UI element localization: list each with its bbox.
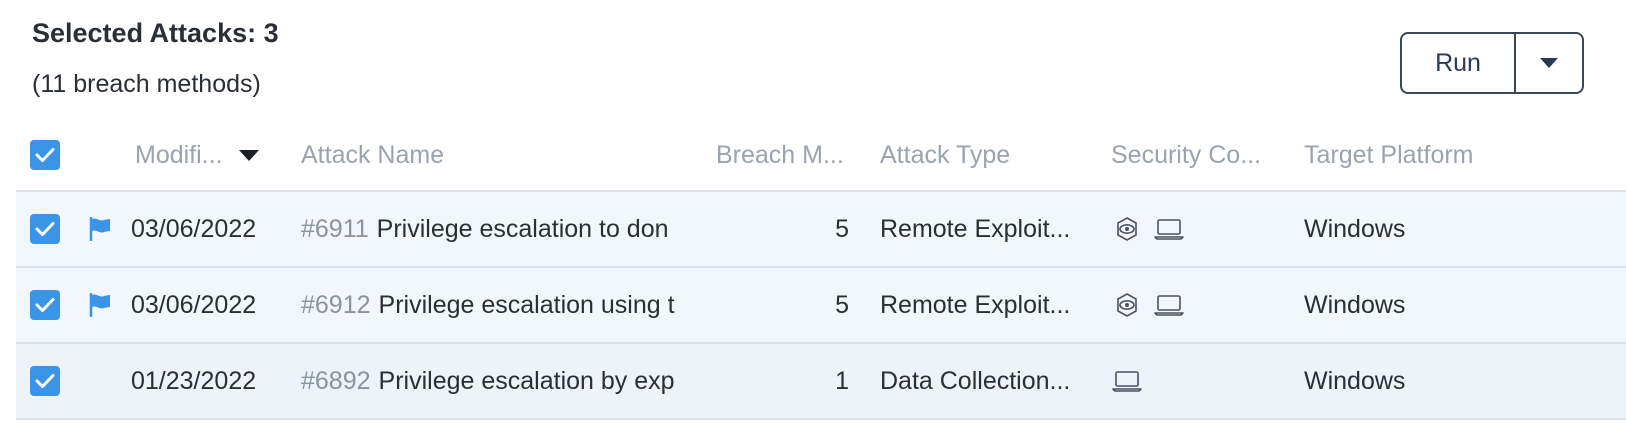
chevron-down-icon (1540, 58, 1558, 68)
network-sensor-icon (1114, 292, 1140, 318)
run-options-dropdown[interactable] (1516, 34, 1582, 92)
column-header-attack-name-label: Attack Name (301, 140, 445, 169)
column-header-breach-methods[interactable]: Breach M... (716, 120, 866, 190)
attack-id: #6892 (301, 366, 371, 395)
breach-methods-value: 5 (835, 214, 849, 243)
run-split-button: Run (1400, 32, 1584, 94)
attack-name[interactable]: Privilege escalation by exp (379, 367, 675, 396)
column-header-breach-methods-label: Breach M... (716, 140, 844, 169)
security-controls-cell (1112, 344, 1282, 418)
attack-name-cell[interactable]: #6892 Privilege escalation by exp (301, 344, 686, 418)
table-row[interactable]: 03/06/2022 #6912 Privilege escalation us… (16, 268, 1626, 344)
attack-type: Remote Exploit... (880, 290, 1071, 319)
attack-name-cell[interactable]: #6912 Privilege escalation using t (301, 268, 686, 342)
sort-descending-icon[interactable] (238, 149, 259, 161)
security-controls-cell (1114, 192, 1284, 266)
endpoint-laptop-icon (1112, 369, 1142, 393)
modified-date: 01/23/2022 (131, 366, 257, 395)
flag-icon[interactable] (88, 192, 112, 266)
table-row[interactable]: 03/06/2022 #6911 Privilege escalation to… (16, 192, 1626, 268)
checkbox-checked[interactable] (30, 366, 60, 396)
selected-attacks-panel: Selected Attacks: 3 (11 breach methods) … (0, 0, 1626, 432)
column-header-security-controls[interactable]: Security Co... (1111, 120, 1281, 190)
breach-methods-value: 1 (835, 366, 849, 395)
target-platform: Windows (1304, 290, 1406, 319)
run-button[interactable]: Run (1402, 34, 1516, 92)
attack-type: Remote Exploit... (880, 214, 1071, 243)
checkbox-checked[interactable] (30, 290, 60, 320)
attack-name[interactable]: Privilege escalation using t (379, 291, 675, 320)
attack-id: #6912 (301, 290, 371, 319)
column-header-security-controls-label: Security Co... (1111, 140, 1262, 169)
modified-date: 03/06/2022 (131, 214, 257, 243)
row-select[interactable] (30, 268, 60, 342)
column-header-target-platform[interactable]: Target Platform (1304, 120, 1564, 190)
breach-methods-value: 5 (835, 290, 849, 319)
flag-icon[interactable] (88, 268, 112, 342)
column-header-attack-name[interactable]: Attack Name (301, 120, 681, 190)
network-sensor-icon (1114, 216, 1140, 242)
column-header-attack-type[interactable]: Attack Type (880, 120, 1090, 190)
target-platform: Windows (1304, 366, 1406, 395)
column-header-target-platform-label: Target Platform (1304, 140, 1474, 169)
checkbox-checked[interactable] (30, 214, 60, 244)
column-header-attack-type-label: Attack Type (880, 140, 1011, 169)
endpoint-laptop-icon (1154, 217, 1184, 241)
attack-type: Data Collection... (880, 366, 1071, 395)
row-select[interactable] (30, 344, 60, 418)
row-select[interactable] (30, 192, 60, 266)
target-platform: Windows (1304, 214, 1406, 243)
column-header-modified[interactable]: Modifi... (135, 120, 285, 190)
select-all-checkbox[interactable] (30, 120, 60, 190)
attack-name[interactable]: Privilege escalation to don (377, 215, 669, 244)
modified-date: 03/06/2022 (131, 290, 257, 319)
table-row[interactable]: 01/23/2022 #6892 Privilege escalation by… (16, 344, 1626, 420)
attack-id: #6911 (301, 214, 369, 243)
checkbox-checked[interactable] (30, 140, 60, 170)
attack-name-cell[interactable]: #6911 Privilege escalation to don (301, 192, 686, 266)
selected-attacks-count: Selected Attacks: 3 (32, 18, 279, 48)
checkmark-icon (35, 148, 55, 162)
breach-methods-count: (11 breach methods) (32, 70, 261, 98)
endpoint-laptop-icon (1154, 293, 1184, 317)
table-header-row: Modifi... Attack Name Breach M... Attack… (16, 120, 1626, 192)
column-header-modified-label: Modifi... (135, 140, 223, 169)
attacks-table: Modifi... Attack Name Breach M... Attack… (16, 120, 1626, 420)
checkmark-icon (35, 298, 55, 312)
checkmark-icon (35, 222, 55, 236)
security-controls-cell (1114, 268, 1284, 342)
checkmark-icon (35, 374, 55, 388)
